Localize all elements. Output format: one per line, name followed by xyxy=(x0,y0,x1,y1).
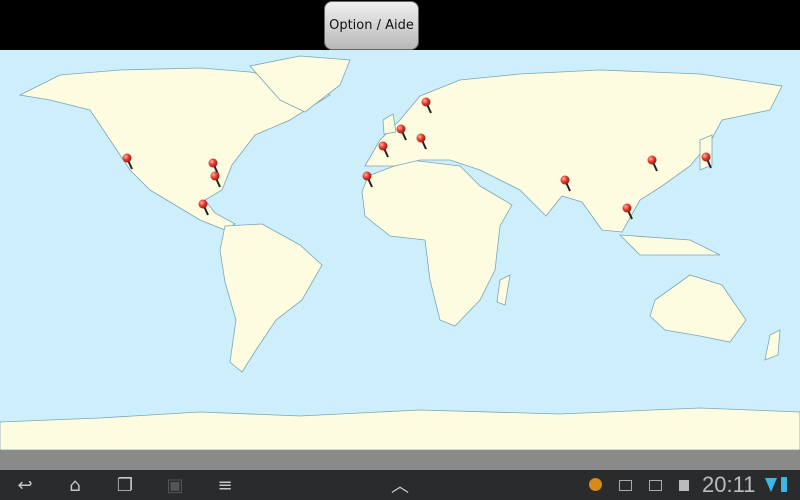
world-map-land xyxy=(0,55,800,451)
option-help-button[interactable]: Option / Aide xyxy=(324,1,419,50)
recent-apps-icon[interactable]: ❐ xyxy=(110,474,140,496)
download-icon xyxy=(679,480,689,491)
map-pin-icon[interactable] xyxy=(560,175,590,205)
map-pin-icon[interactable] xyxy=(421,97,451,127)
menu-icon[interactable]: ≡ xyxy=(210,474,240,496)
australia xyxy=(649,274,747,343)
world-map[interactable] xyxy=(0,50,800,451)
antarctica xyxy=(0,407,800,451)
sync-icon xyxy=(619,480,632,491)
notification-app-icon[interactable] xyxy=(589,478,602,491)
map-pin-icon[interactable] xyxy=(647,155,677,185)
chevron-up-icon[interactable]: ︿ xyxy=(385,474,415,497)
map-pin-icon[interactable] xyxy=(362,171,392,201)
map-pin-icon[interactable] xyxy=(210,171,240,201)
map-pin-icon[interactable] xyxy=(416,133,446,163)
system-navigation-bar: ↩ ⌂ ❐ ▣ ≡ ︿ 20:11 xyxy=(0,470,800,500)
clock: 20:11 xyxy=(702,472,756,497)
battery-icon xyxy=(781,477,787,492)
map-pin-icon[interactable] xyxy=(622,203,652,233)
madagascar xyxy=(496,274,511,306)
uk xyxy=(382,113,397,135)
home-icon[interactable]: ⌂ xyxy=(60,474,90,496)
mail-icon xyxy=(649,480,662,491)
map-pin-icon[interactable] xyxy=(198,199,228,229)
indonesia xyxy=(618,234,721,256)
south-america xyxy=(219,223,323,373)
map-pin-icon[interactable] xyxy=(122,153,152,183)
top-bar: Option / Aide xyxy=(0,0,800,50)
back-icon[interactable]: ↩ xyxy=(10,474,40,496)
new-zealand xyxy=(764,329,781,361)
wifi-icon xyxy=(765,478,777,492)
map-pin-icon[interactable] xyxy=(701,152,731,182)
map-bottom-strip xyxy=(0,450,800,470)
screenshot-icon[interactable]: ▣ xyxy=(160,474,190,496)
